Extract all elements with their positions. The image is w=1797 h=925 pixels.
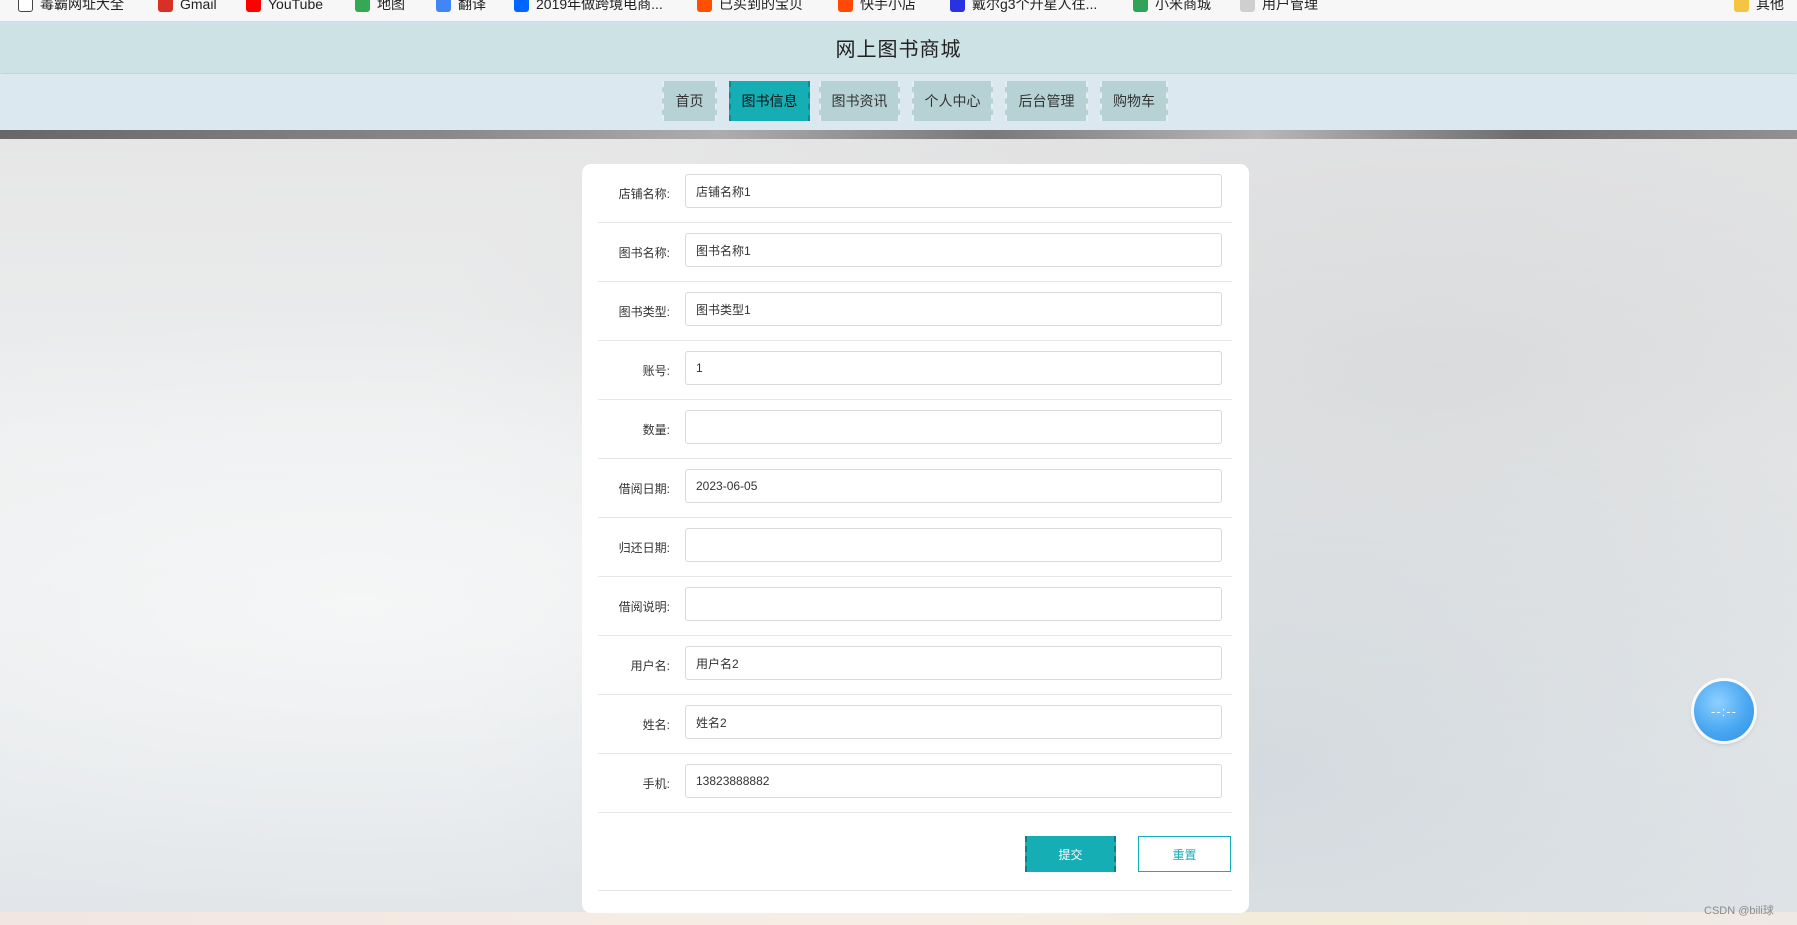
shop-name-input[interactable]	[685, 174, 1222, 208]
baidu-icon	[950, 0, 965, 12]
bookmark-item[interactable]: 快手小店	[838, 0, 916, 14]
book-name-input[interactable]	[685, 233, 1222, 267]
form-row-book-type: 图书类型:	[598, 282, 1232, 341]
bookmarks-bar: 毒霸网址大全 Gmail YouTube 地图 翻译 2019年做跨境电商...…	[0, 0, 1797, 22]
form-row-borrow-date: 借阅日期:	[598, 459, 1232, 518]
bookmark-label: 毒霸网址大全	[40, 0, 124, 12]
site-title: 网上图书商城	[835, 39, 962, 61]
translate-icon	[436, 0, 451, 12]
watermark: CSDN @bili球	[1704, 905, 1774, 917]
bookmark-label: 2019年做跨境电商...	[536, 0, 663, 12]
full-name-input[interactable]	[685, 705, 1222, 739]
reset-button[interactable]: 重置	[1138, 836, 1231, 872]
bookmark-item[interactable]: 小米商城	[1133, 0, 1211, 14]
form-row-shop-name: 店铺名称:	[598, 164, 1232, 223]
form-row-book-name: 图书名称:	[598, 223, 1232, 282]
form-actions: 提交 重置	[598, 827, 1232, 891]
bookmark-label: 翻译	[458, 0, 486, 12]
nav-item-cart[interactable]: 购物车	[1100, 81, 1168, 121]
form-row-borrow-note: 借阅说明:	[598, 577, 1232, 636]
bookmark-label: 其他	[1756, 0, 1784, 12]
bookmark-label: 用户管理	[1262, 0, 1318, 12]
folder-icon	[1734, 0, 1749, 12]
borrow-form: 店铺名称: 图书名称: 图书类型: 账号: 数量: 借阅日期: 归还日期: 借阅…	[582, 164, 1249, 913]
bookmark-item[interactable]: 戴尔g3个升星人往...	[950, 0, 1097, 14]
bookmark-item[interactable]: 毒霸网址大全	[18, 0, 124, 14]
bookmark-item[interactable]: 翻译	[436, 0, 486, 14]
bookmark-item[interactable]: 2019年做跨境电商...	[514, 0, 663, 14]
book-type-label: 图书类型:	[618, 304, 670, 319]
zhihu-icon	[514, 0, 529, 12]
bookmark-label: 地图	[377, 0, 405, 12]
username-input[interactable]	[685, 646, 1222, 680]
account-input[interactable]	[685, 351, 1222, 385]
submit-button[interactable]: 提交	[1025, 836, 1116, 872]
account-label: 账号:	[642, 363, 670, 378]
bookmark-label: Gmail	[180, 0, 217, 12]
maps-icon	[355, 0, 370, 12]
quantity-label: 数量:	[642, 422, 670, 437]
phone-input[interactable]	[685, 764, 1222, 798]
floating-clock-widget[interactable]: --:--	[1694, 681, 1754, 741]
bottom-strip	[0, 912, 1797, 925]
bookmark-item[interactable]: 已买到的宝贝	[697, 0, 803, 14]
youtube-icon	[246, 0, 261, 12]
form-row-return-date: 归还日期:	[598, 518, 1232, 577]
bookmark-item[interactable]: 地图	[355, 0, 405, 14]
main-nav: 首页 图书信息 图书资讯 个人中心 后台管理 购物车	[0, 74, 1797, 130]
bookmark-label: 小米商城	[1155, 0, 1211, 12]
borrow-date-label: 借阅日期:	[618, 481, 670, 496]
borrow-note-input[interactable]	[685, 587, 1222, 621]
nav-item-book-info[interactable]: 图书信息	[729, 81, 810, 121]
bookmark-label: YouTube	[268, 0, 324, 12]
nav-item-home[interactable]: 首页	[662, 81, 717, 121]
book-name-label: 图书名称:	[618, 245, 670, 260]
return-date-input[interactable]	[685, 528, 1222, 562]
page-icon	[18, 0, 33, 12]
bookmark-item[interactable]: 其他	[1734, 0, 1784, 14]
bookmark-item[interactable]: 用户管理	[1240, 0, 1318, 14]
mi-icon	[1133, 0, 1148, 12]
nav-item-admin[interactable]: 后台管理	[1005, 81, 1088, 121]
return-date-label: 归还日期:	[618, 540, 670, 555]
username-label: 用户名:	[630, 658, 670, 673]
nav-item-personal-center[interactable]: 个人中心	[912, 81, 993, 121]
bee-icon	[1240, 0, 1255, 12]
full-name-label: 姓名:	[642, 717, 670, 732]
phone-label: 手机:	[642, 776, 670, 791]
widget-text: --:--	[1711, 703, 1737, 719]
shop-name-label: 店铺名称:	[618, 186, 670, 201]
borrow-date-input[interactable]	[685, 469, 1222, 503]
bookmark-item[interactable]: YouTube	[246, 0, 323, 14]
bookmark-label: 快手小店	[860, 0, 916, 12]
form-row-quantity: 数量:	[598, 400, 1232, 459]
form-row-account: 账号:	[598, 341, 1232, 400]
gmail-icon	[158, 0, 173, 12]
kuaishou-icon	[838, 0, 853, 12]
form-row-phone: 手机:	[598, 754, 1232, 813]
book-type-input[interactable]	[685, 292, 1222, 326]
nav-item-book-news[interactable]: 图书资讯	[819, 81, 900, 121]
borrow-note-label: 借阅说明:	[618, 599, 670, 614]
bookmark-label: 戴尔g3个升星人往...	[972, 0, 1098, 12]
form-row-full-name: 姓名:	[598, 695, 1232, 754]
bookmark-item[interactable]: Gmail	[158, 0, 217, 14]
taobao-icon	[697, 0, 712, 12]
site-header: 网上图书商城	[0, 22, 1797, 73]
quantity-input[interactable]	[685, 410, 1222, 444]
banner-strip	[0, 130, 1797, 139]
form-row-username: 用户名:	[598, 636, 1232, 695]
bookmark-label: 已买到的宝贝	[719, 0, 803, 12]
